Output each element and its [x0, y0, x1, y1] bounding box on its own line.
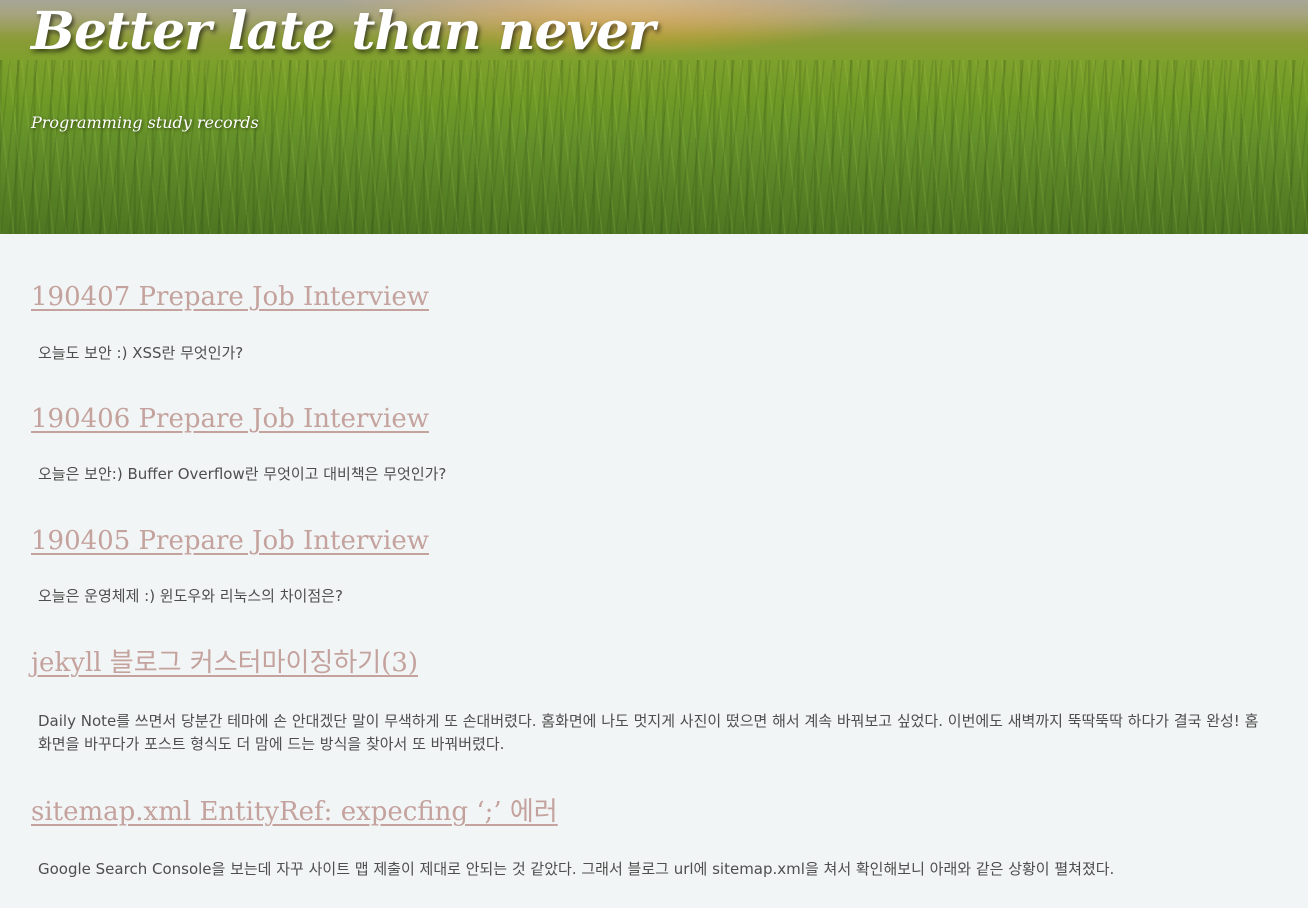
site-subtitle: Programming study records [31, 113, 259, 132]
post-title-link[interactable]: 190407 Prepare Job Interview [31, 280, 429, 314]
header-banner: Better late than never Programming study… [0, 0, 1308, 234]
post-excerpt: Daily Note를 쓰면서 당분간 테마에 손 안대겠단 말이 무색하게 또… [38, 712, 1259, 753]
post-excerpt: 오늘은 보안:) Buffer Overflow란 무엇이고 대비책은 무엇인가… [38, 465, 447, 483]
post-title-link[interactable]: 190406 Prepare Job Interview [31, 402, 429, 436]
post-excerpt: 오늘은 운영체제 :) 윈도우와 리눅스의 차이점은? [38, 587, 343, 605]
post-title-link[interactable]: jekyll 블로그 커스터마이징하기(3) [31, 646, 418, 680]
site-title[interactable]: Better late than never [31, 0, 655, 64]
post-excerpt: 오늘도 보안 :) XSS란 무엇인가? [38, 344, 244, 362]
post-title-link[interactable]: sitemap.xml EntityRef: expecfing ‘;’ 에러 [31, 795, 558, 829]
post-excerpt: Google Search Console을 보는데 자꾸 사이트 맵 제출이 … [38, 860, 1115, 878]
post-title-link[interactable]: 190405 Prepare Job Interview [31, 524, 429, 558]
